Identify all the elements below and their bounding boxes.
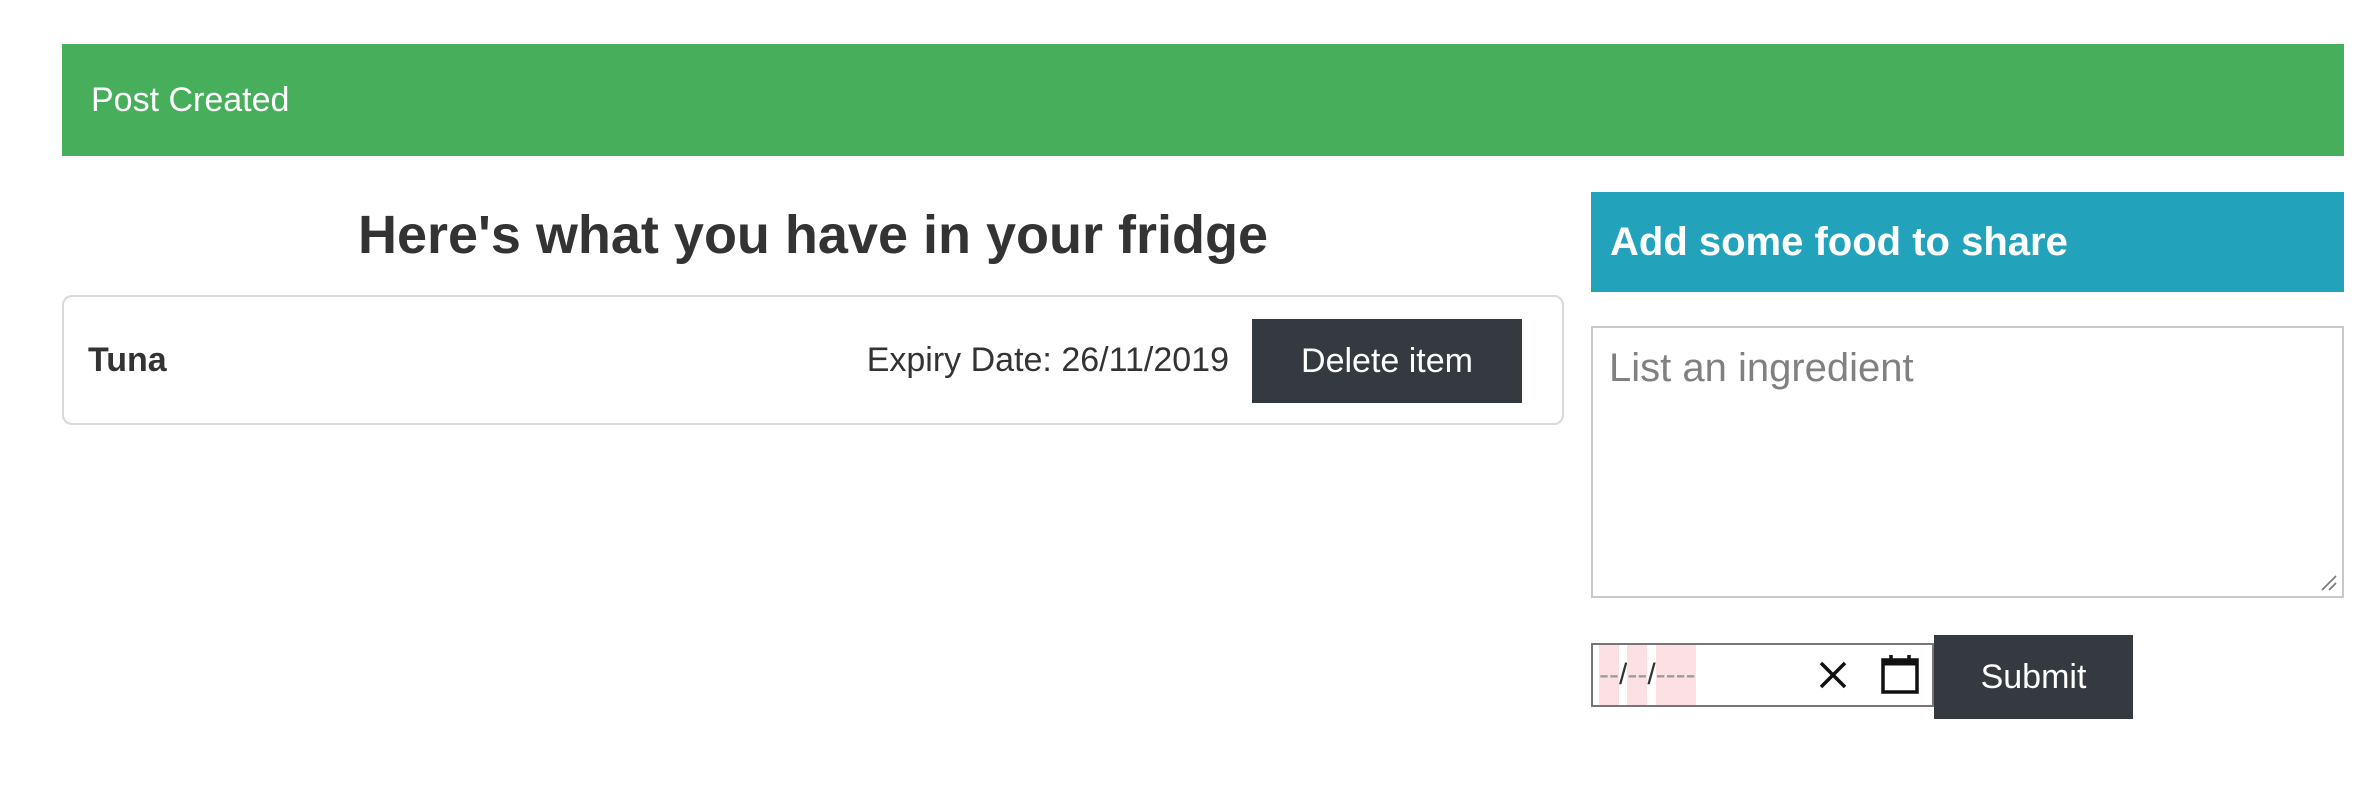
expiry-date: Expiry Date: 26/11/2019 bbox=[867, 297, 1229, 423]
app-root: Post Created Here's what you have in you… bbox=[0, 0, 2370, 792]
calendar-icon[interactable] bbox=[1880, 653, 1920, 695]
date-input[interactable]: -- / -- / ---- bbox=[1591, 643, 1934, 707]
date-year-segment[interactable]: ---- bbox=[1655, 645, 1696, 705]
alert-text: Post Created bbox=[91, 80, 290, 119]
share-header-text: Add some food to share bbox=[1610, 219, 2068, 264]
close-icon[interactable] bbox=[1815, 657, 1851, 693]
submit-button[interactable]: Submit bbox=[1934, 635, 2133, 719]
success-alert: Post Created bbox=[62, 44, 2344, 156]
expiry-value: 26/11/2019 bbox=[1061, 340, 1229, 379]
date-submit-row: -- / -- / ---- Submit bbox=[1591, 635, 2133, 719]
fridge-section: Here's what you have in your fridge Tuna… bbox=[62, 190, 1564, 425]
resize-grip-icon[interactable] bbox=[2318, 572, 2338, 592]
date-day-segment[interactable]: -- bbox=[1599, 645, 1619, 705]
date-separator: / bbox=[1647, 658, 1656, 691]
delete-item-button[interactable]: Delete item bbox=[1252, 319, 1522, 403]
fridge-item-card: Tuna Expiry Date: 26/11/2019 Delete item bbox=[62, 295, 1564, 425]
share-header: Add some food to share bbox=[1591, 192, 2344, 292]
ingredient-input[interactable] bbox=[1591, 326, 2344, 598]
date-separator: / bbox=[1618, 658, 1628, 691]
expiry-label: Expiry Date: bbox=[866, 340, 1052, 379]
fridge-title: Here's what you have in your fridge bbox=[357, 205, 1269, 265]
item-name: Tuna bbox=[88, 340, 167, 379]
date-month-segment[interactable]: -- bbox=[1627, 645, 1648, 705]
share-form: Add some food to share -- / -- / ---- bbox=[1591, 192, 2344, 719]
